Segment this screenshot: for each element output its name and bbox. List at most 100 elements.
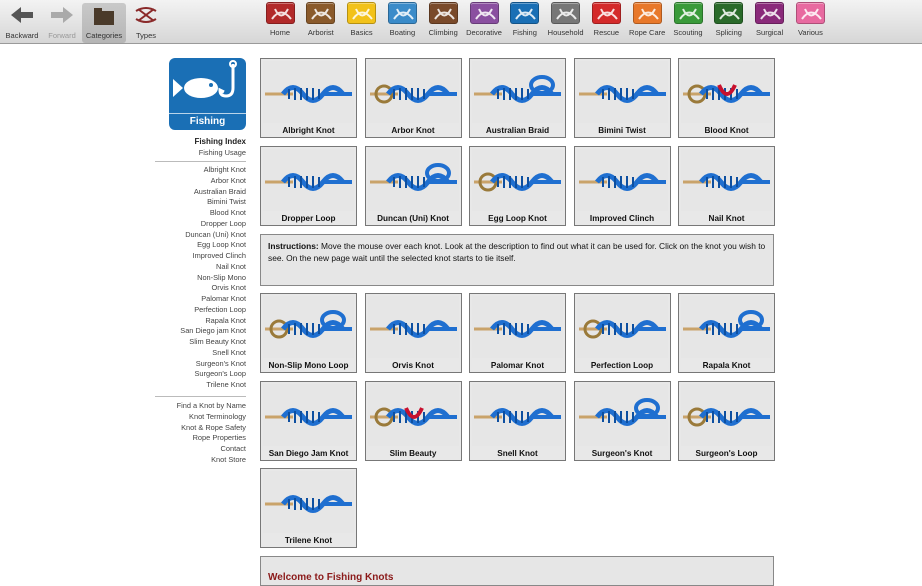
knot-tile-non-slip-mono-loop[interactable]: Non-Slip Mono Loop (260, 293, 357, 373)
knot-image (681, 296, 772, 358)
category-label: Various (797, 28, 823, 37)
sidebar-link-fishing-index[interactable]: Fishing Index (194, 137, 246, 148)
knot-tile-arbor-knot[interactable]: Arbor Knot (364, 58, 462, 138)
sidebar-link-bimini-twist[interactable]: Bimini Twist (180, 197, 246, 208)
sidebar-link-dropper-loop[interactable]: Dropper Loop (180, 219, 246, 230)
knot-home-icon (265, 2, 295, 24)
instructions-label: Instructions: (268, 241, 319, 251)
sidebar-link-trilene-knot[interactable]: Trilene Knot (180, 380, 246, 391)
knot-tile-slim-beauty[interactable]: Slim Beauty (364, 380, 462, 461)
sidebar-extra-links: Find a Knot by Name Knot Terminology Knot … (177, 401, 246, 466)
knot-tile-egg-loop-knot[interactable]: Egg Loop Knot (469, 145, 566, 226)
knot-image (263, 61, 354, 123)
sidebar-link-slim-beauty-knot[interactable]: Slim Beauty Knot (180, 337, 246, 348)
knot-tile-improved-clinch[interactable]: Improved Clinch (573, 145, 671, 226)
house-icon (551, 2, 581, 24)
tree-icon (306, 2, 336, 24)
types-icon (135, 7, 157, 23)
logo-divider (169, 113, 246, 114)
sidebar-link-rapala-knot[interactable]: Rapala Knot (180, 316, 246, 327)
knot-tile-orvis-knot[interactable]: Orvis Knot (364, 293, 462, 373)
sidebar-link-orvis-knot[interactable]: Orvis Knot (180, 283, 247, 294)
knot-tile-duncan-uni-knot[interactable]: Duncan (Uni) Knot (364, 145, 462, 226)
sidebar-link-perfection-loop[interactable]: Perfection Loop (180, 305, 246, 316)
fishing-category-logo[interactable]: Fishing (169, 58, 246, 130)
sidebar-link-san-diego-jam-knot[interactable]: San Diego jam Knot (180, 326, 246, 337)
sidebar-link-knot-rope-safety[interactable]: Knot & Rope Safety (177, 423, 246, 434)
sidebar-link-knot-store[interactable]: Knot Store (177, 455, 246, 466)
knot-name: Surgeon's Knot (591, 448, 653, 458)
knot-name: Snell Knot (497, 448, 538, 458)
knot-image (472, 61, 563, 123)
sidebar-link-surgeon-s-loop[interactable]: Surgeon's Loop (180, 369, 246, 380)
splice-icon (714, 2, 744, 24)
knot-tile-bimini-twist[interactable]: Bimini Twist (573, 58, 671, 138)
sidebar-link-australian-braid[interactable]: Australian Braid (180, 187, 246, 198)
knot-tile-dropper-loop[interactable]: Dropper Loop (260, 145, 357, 226)
sidebar-link-blood-knot[interactable]: Blood Knot (180, 208, 246, 219)
category-basics-button[interactable]: Basics (342, 2, 382, 43)
sidebar-link-snell-knot[interactable]: Snell Knot (180, 348, 246, 359)
category-fishing-button[interactable]: Fishing (505, 2, 545, 43)
welcome-heading: Welcome to Fishing Knots (268, 572, 394, 583)
categories-button[interactable]: Categories (82, 3, 126, 43)
category-household-button[interactable]: Household (546, 2, 586, 43)
knot-tile-snell-knot[interactable]: Snell Knot (469, 380, 566, 461)
category-decorative-button[interactable]: Decorative (464, 2, 504, 43)
knot-tile-surgeon-s-loop[interactable]: Surgeon's Loop (678, 380, 775, 461)
toolbar: Backward Forward Categories Types Home Ar… (0, 0, 922, 44)
sidebar-link-albright-knot[interactable]: Albright Knot (180, 165, 246, 176)
sidebar-index-links: Fishing Index Fishing Usage (194, 137, 246, 159)
sidebar-link-egg-loop-knot[interactable]: Egg Loop Knot (180, 240, 246, 251)
sidebar-link-palomar-knot[interactable]: Palomar Knot (180, 294, 246, 305)
knot-image (263, 148, 354, 211)
knot-name: Slim Beauty (389, 448, 437, 458)
sidebar-link-non-slip-mono[interactable]: Non-Slip Mono (180, 273, 246, 284)
knot-tile-surgeon-s-knot[interactable]: Surgeon's Knot (573, 380, 671, 461)
knot-name: Blood Knot (704, 126, 749, 135)
knot-tile-nail-knot[interactable]: Nail Knot (678, 145, 775, 226)
category-scouting-button[interactable]: Scouting (668, 2, 708, 43)
knot-image (576, 61, 668, 123)
category-various-button[interactable]: Various (790, 2, 830, 43)
category-arborist-button[interactable]: Arborist (301, 2, 341, 43)
knot-tile-trilene-knot[interactable]: Trilene Knot (260, 468, 357, 548)
category-splicing-button[interactable]: Splicing (709, 2, 749, 43)
knot-tile-rapala-knot[interactable]: Rapala Knot (678, 293, 775, 373)
sidebar-link-duncan-uni-knot[interactable]: Duncan (Uni) Knot (180, 230, 246, 241)
sidebar-link-surgeon-s-knot[interactable]: Surgeon's Knot (180, 359, 246, 370)
forward-button[interactable]: Forward (40, 3, 84, 43)
knot-tile-albright-knot[interactable]: Albright Knot (260, 58, 357, 138)
sidebar-link-knot-terminology[interactable]: Knot Terminology (177, 412, 246, 423)
knot-name: Non-Slip Mono Loop (268, 361, 349, 370)
knot-name: Improved Clinch (589, 213, 655, 223)
category-rescue-button[interactable]: Rescue (586, 2, 626, 43)
knot-tile-blood-knot[interactable]: Blood Knot (678, 58, 775, 138)
sidebar-link-nail-knot[interactable]: Nail Knot (180, 262, 246, 273)
category-rope-care-button[interactable]: Rope Care (627, 2, 667, 43)
sidebar-link-find-a-knot-by-name[interactable]: Find a Knot by Name (177, 401, 246, 412)
knot-name: San Diego Jam Knot (268, 448, 349, 458)
category-boating-button[interactable]: Boating (382, 2, 422, 43)
backward-button[interactable]: Backward (0, 3, 44, 43)
knot-name: Orvis Knot (392, 361, 434, 370)
types-button[interactable]: Types (124, 3, 168, 43)
knot-tile-san-diego-jam-knot[interactable]: San Diego Jam Knot (260, 380, 357, 461)
sidebar-link-fishing-usage[interactable]: Fishing Usage (194, 148, 246, 159)
sidebar-link-arbor-knot[interactable]: Arbor Knot (180, 176, 246, 187)
sidebar-link-contact[interactable]: Contact (177, 444, 246, 455)
fish-hook-icon (173, 60, 237, 98)
category-climbing-button[interactable]: Climbing (423, 2, 463, 43)
sidebar-divider (155, 161, 246, 162)
sidebar-link-improved-clinch[interactable]: Improved Clinch (180, 251, 246, 262)
knot-image (263, 383, 354, 446)
sidebar-link-rope-properties[interactable]: Rope Properties (177, 433, 246, 444)
knot-image (472, 148, 563, 211)
knot-tile-perfection-loop[interactable]: Perfection Loop (573, 293, 671, 373)
knot-name: Perfection Loop (590, 361, 654, 370)
category-home-button[interactable]: Home (260, 2, 300, 43)
knot-tile-palomar-knot[interactable]: Palomar Knot (469, 293, 566, 373)
knot-tile-australian-braid[interactable]: Australian Braid (469, 58, 566, 138)
category-surgical-button[interactable]: Surgical (750, 2, 790, 43)
knot-image (576, 148, 668, 211)
